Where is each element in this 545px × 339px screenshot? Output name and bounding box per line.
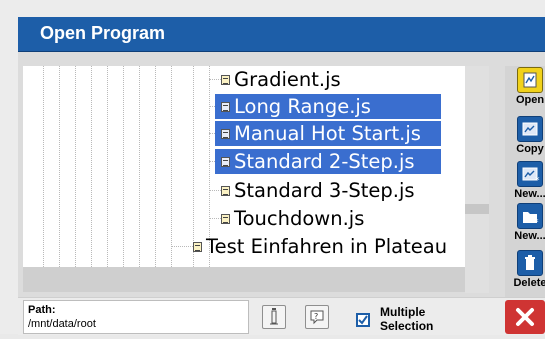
tree-item-label: Manual Hot Start.js: [234, 122, 421, 145]
multiple-selection-label: Multiple Selection: [380, 305, 433, 333]
copy-label: Copy: [516, 143, 544, 155]
path-value: /mnt/data/root: [28, 318, 96, 330]
open-program-dialog: Open Program Gradient.js Long Range.js M…: [0, 0, 545, 335]
dialog-titlebar: Open Program: [18, 17, 545, 52]
tree-connector: [209, 79, 221, 80]
tree-item-label: Standard 3-Step.js: [234, 179, 415, 202]
tree-item-selected[interactable]: Manual Hot Start.js: [215, 121, 441, 146]
vertical-scrollbar[interactable]: [465, 66, 489, 293]
new-folder-label: New...: [514, 230, 545, 242]
dialog-title: Open Program: [40, 23, 166, 43]
horizontal-scrollbar[interactable]: [23, 267, 465, 292]
svg-text:*: *: [535, 176, 540, 186]
open-label: Open: [515, 94, 545, 106]
file-icon: [221, 213, 230, 224]
delete-label: Delete: [513, 277, 545, 289]
file-icon: [221, 185, 230, 196]
tree-item[interactable]: Standard 3-Step.js: [221, 178, 421, 203]
multiple-selection-line2: Selection: [380, 319, 434, 333]
tree-guide-line: [155, 66, 156, 267]
new-program-button[interactable]: * New...: [510, 161, 545, 200]
checkmark-icon: [358, 315, 368, 325]
svg-text:*: *: [534, 218, 539, 228]
tree-guide-line: [171, 66, 172, 267]
trash-icon: [517, 250, 543, 276]
copy-icon: [517, 116, 543, 142]
info-button[interactable]: [262, 305, 286, 329]
tree-guide-line: [107, 66, 108, 267]
tree-guide-line: [91, 66, 92, 267]
open-button[interactable]: Open: [510, 67, 545, 106]
tree-guide-line: [123, 66, 124, 267]
tree-item-label: Standard 2-Step.js: [234, 150, 415, 173]
tree-item-label: Touchdown.js: [234, 207, 365, 230]
tree-guide-line: [75, 66, 76, 267]
open-icon: [517, 67, 543, 93]
help-button[interactable]: ?: [305, 305, 329, 329]
new-folder-button[interactable]: * New...: [510, 203, 545, 242]
tree-guide-line: [139, 66, 140, 267]
file-icon: [221, 156, 230, 167]
multiple-selection-line1: Multiple: [380, 305, 426, 319]
svg-text:?: ?: [314, 312, 318, 321]
copy-button[interactable]: Copy: [510, 116, 545, 155]
info-icon: [270, 308, 278, 325]
multiple-selection-checkbox[interactable]: [356, 313, 370, 327]
folder-icon: *: [517, 203, 543, 229]
file-icon: [221, 74, 230, 85]
tree-item-selected[interactable]: Long Range.js: [215, 94, 441, 119]
path-label: Path:: [28, 304, 56, 316]
file-tree[interactable]: Gradient.js Long Range.js Manual Hot Sta…: [23, 66, 478, 267]
tree-item-label: Long Range.js: [234, 95, 371, 118]
delete-button[interactable]: Delete: [510, 250, 545, 289]
tree-item[interactable]: Gradient.js: [221, 67, 347, 92]
tree-item-label: Test Einfahren in Plateau: [206, 235, 448, 258]
tree-connector: [209, 218, 221, 219]
tree-item-label: Gradient.js: [234, 68, 341, 91]
tree-guide-line: [59, 66, 60, 267]
tree-guide-line: [43, 66, 44, 267]
file-icon: [193, 241, 202, 252]
close-button[interactable]: [505, 300, 545, 334]
file-icon: [221, 101, 230, 112]
tree-item-selected[interactable]: Standard 2-Step.js: [215, 149, 441, 174]
file-icon: [221, 128, 230, 139]
tree-item[interactable]: Touchdown.js: [221, 206, 370, 231]
scrollbar-thumb[interactable]: [465, 204, 489, 214]
close-icon: [516, 308, 534, 326]
path-display: Path: /mnt/data/root: [23, 300, 249, 334]
tree-connector: [209, 190, 221, 191]
action-sidebar: Open Copy * New... * New... Delete: [505, 66, 545, 297]
tree-item[interactable]: Test Einfahren in Plateau: [193, 234, 453, 259]
new-program-icon: *: [517, 161, 543, 187]
new-program-label: New...: [514, 188, 545, 200]
help-icon: ?: [310, 310, 324, 325]
